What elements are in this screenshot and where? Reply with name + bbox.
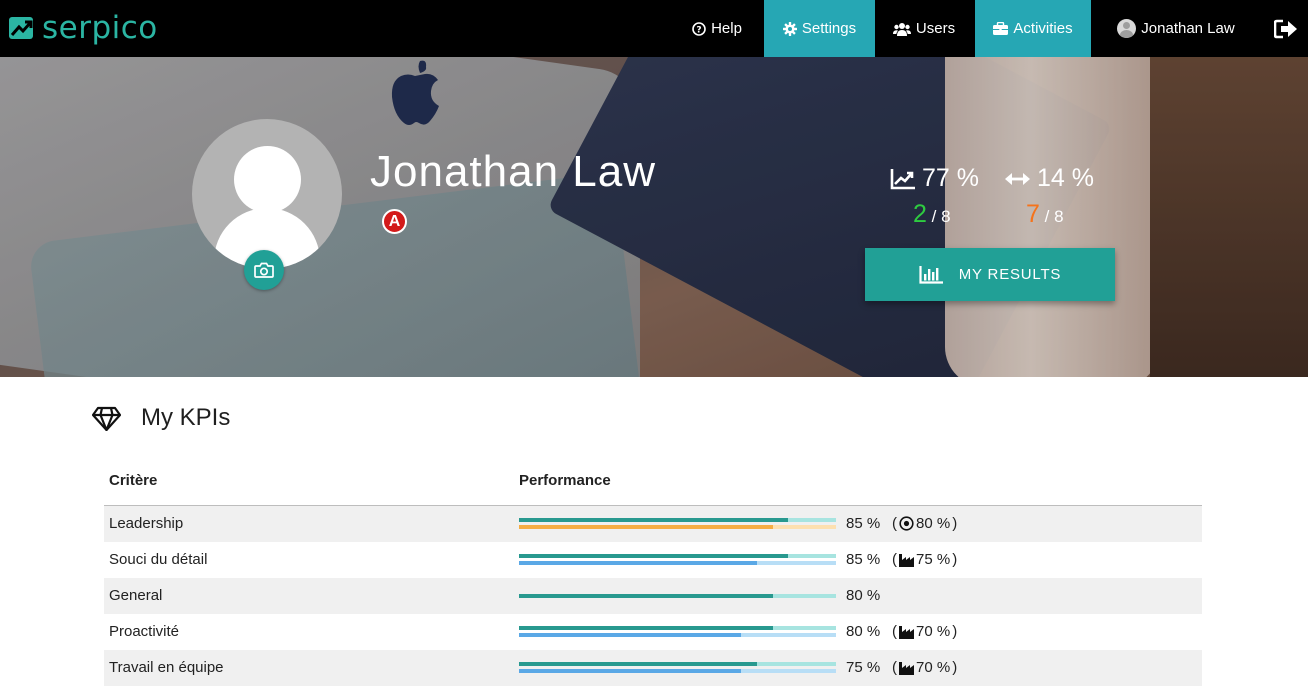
user-avatar-icon bbox=[1117, 19, 1137, 38]
brand-name: serpico bbox=[42, 9, 158, 46]
my-results-button[interactable]: MY RESULTS bbox=[865, 248, 1115, 301]
kpi-name: Leadership bbox=[109, 515, 184, 532]
kpi-reference-value: 70 % bbox=[916, 623, 951, 640]
kpi-section-title: My KPIs bbox=[92, 404, 230, 432]
industry-icon bbox=[899, 661, 914, 675]
industry-icon bbox=[899, 625, 914, 639]
kpi-title-text: My KPIs bbox=[141, 404, 231, 431]
diamond-icon bbox=[92, 406, 121, 431]
reference-bar bbox=[519, 669, 836, 673]
profile-avatar bbox=[192, 119, 342, 269]
nav-settings-label: Settings bbox=[801, 20, 857, 37]
gear-icon bbox=[782, 21, 797, 36]
column-header-criteria: Critère bbox=[109, 472, 158, 489]
logout-button[interactable] bbox=[1263, 0, 1308, 57]
reference-bar bbox=[519, 525, 836, 529]
kpi-reference: ( 80 %) bbox=[892, 515, 958, 532]
change-photo-button[interactable] bbox=[244, 250, 284, 290]
nav-help[interactable]: ? Help bbox=[683, 0, 751, 57]
performance-bar bbox=[519, 518, 836, 522]
kpi-percentage: 75 % bbox=[846, 659, 881, 676]
score-completed-total: / 8 bbox=[931, 207, 951, 226]
kpi-reference-value: 80 % bbox=[916, 515, 951, 532]
users-icon bbox=[892, 22, 911, 36]
reference-bar-fill bbox=[519, 525, 773, 529]
performance-bar-fill bbox=[519, 594, 773, 598]
reference-bar-fill bbox=[519, 669, 741, 673]
score-completed-value: 2 bbox=[913, 200, 927, 228]
kpi-row-leadership[interactable]: Leadership 85 % ( 80 %) bbox=[104, 506, 1202, 542]
kpi-row-travail-en-equipe[interactable]: Travail en équipe 75 % ( 70 %) bbox=[104, 650, 1202, 686]
kpi-percentage: 85 % bbox=[846, 515, 881, 532]
kpi-row-souci-du-detail[interactable]: Souci du détail 85 % ( 75 %) bbox=[104, 542, 1202, 578]
reference-bar-fill bbox=[519, 561, 757, 565]
nav-user-name: Jonathan Law bbox=[1141, 20, 1235, 37]
brand-logo-link[interactable]: serpico bbox=[8, 10, 158, 46]
camera-icon bbox=[254, 262, 274, 278]
kpi-reference-value: 75 % bbox=[916, 551, 951, 568]
nav-users-label: Users bbox=[915, 20, 956, 37]
industry-icon bbox=[899, 553, 914, 567]
kpi-name: Proactivité bbox=[109, 623, 180, 640]
performance-bar-fill bbox=[519, 518, 789, 522]
question-circle-icon: ? bbox=[692, 21, 706, 36]
performance-bar-fill bbox=[519, 554, 789, 558]
kpi-percentage: 85 % bbox=[846, 551, 881, 568]
role-badge: A bbox=[382, 209, 407, 234]
nav-help-label: Help bbox=[711, 20, 742, 37]
progression-stat: 77 % bbox=[890, 164, 979, 193]
performance-bar-fill bbox=[519, 662, 757, 666]
kpi-reference: ( 75 %) bbox=[892, 551, 958, 568]
nav-settings[interactable]: Settings bbox=[764, 0, 875, 57]
column-header-performance: Performance bbox=[519, 472, 611, 489]
kpi-reference-value: 70 % bbox=[916, 659, 951, 676]
reference-bar bbox=[519, 561, 836, 565]
score-pending-value: 7 bbox=[1026, 200, 1040, 228]
progression-value: 77 % bbox=[922, 164, 979, 192]
nav-users[interactable]: Users bbox=[875, 0, 973, 57]
performance-bar bbox=[519, 594, 836, 598]
variation-stat: 14 % bbox=[1004, 164, 1094, 193]
avatar-head-shape bbox=[234, 146, 301, 213]
kpi-reference: ( 70 %) bbox=[892, 659, 958, 676]
reference-bar bbox=[519, 633, 836, 637]
score-pending: 7 / 8 bbox=[1026, 200, 1064, 229]
performance-bar-fill bbox=[519, 626, 773, 630]
kpi-table-header: Critère Performance bbox=[104, 462, 1202, 506]
reference-bar-fill bbox=[519, 633, 741, 637]
kpi-percentage: 80 % bbox=[846, 587, 881, 604]
nav-activities[interactable]: Activities bbox=[975, 0, 1091, 57]
briefcase-icon bbox=[993, 22, 1009, 35]
profile-name: Jonathan Law bbox=[370, 147, 656, 196]
sign-out-icon bbox=[1273, 19, 1297, 38]
my-results-label: MY RESULTS bbox=[958, 266, 1062, 283]
score-completed: 2 / 8 bbox=[913, 200, 951, 229]
kpi-name: General bbox=[109, 587, 163, 604]
nav-user-menu[interactable]: Jonathan Law bbox=[1100, 0, 1252, 57]
svg-text:?: ? bbox=[696, 25, 701, 35]
target-icon bbox=[899, 516, 914, 531]
arrows-horizontal-icon bbox=[1005, 172, 1030, 185]
variation-value: 14 % bbox=[1037, 164, 1094, 192]
performance-bar bbox=[519, 554, 836, 558]
serpico-logo-icon bbox=[9, 17, 33, 39]
kpi-name: Souci du détail bbox=[109, 551, 208, 568]
kpi-row-general[interactable]: General 80 % bbox=[104, 578, 1202, 614]
performance-bar bbox=[519, 662, 836, 666]
kpi-reference: ( 70 %) bbox=[892, 623, 958, 640]
top-navbar: serpico ? Help Settings Users Activities… bbox=[0, 0, 1308, 57]
kpi-row-proactivite[interactable]: Proactivité 80 % ( 70 %) bbox=[104, 614, 1202, 650]
bar-chart-icon bbox=[919, 265, 943, 284]
performance-bar bbox=[519, 626, 836, 630]
line-chart-icon bbox=[890, 168, 915, 189]
score-pending-total: / 8 bbox=[1044, 207, 1064, 226]
kpi-percentage: 80 % bbox=[846, 623, 881, 640]
nav-activities-label: Activities bbox=[1013, 20, 1073, 37]
kpi-table: Critère Performance Leadership 85 % ( 80… bbox=[104, 462, 1202, 686]
kpi-name: Travail en équipe bbox=[109, 659, 224, 676]
